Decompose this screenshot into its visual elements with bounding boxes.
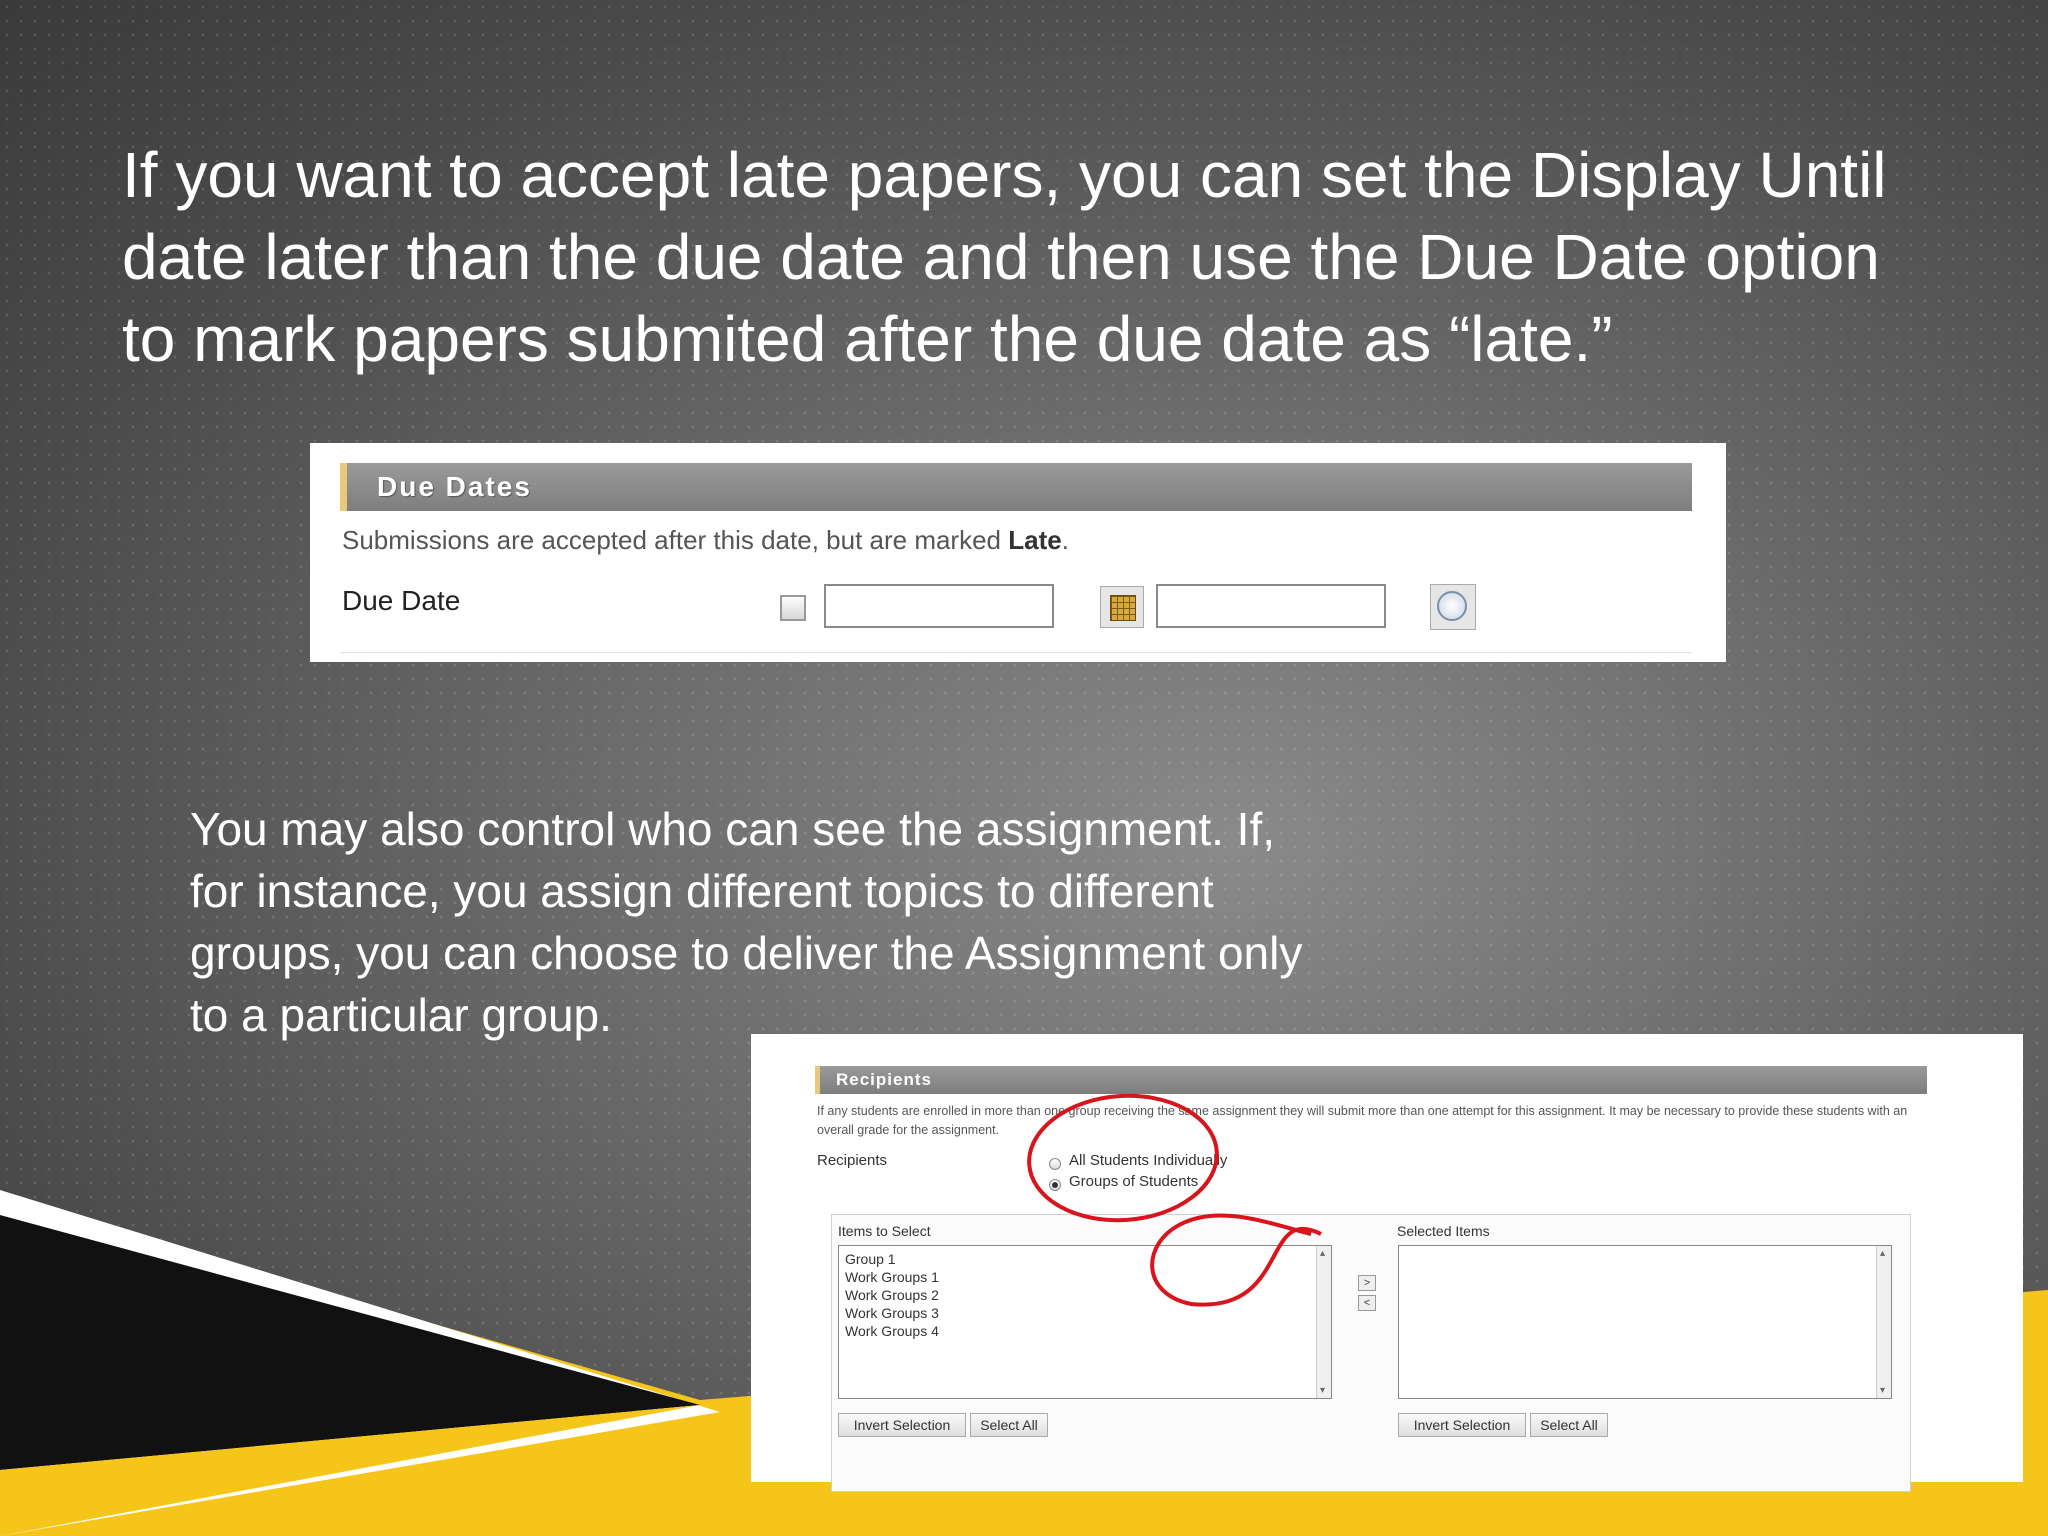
- list-item[interactable]: Group 1: [845, 1250, 896, 1268]
- due-dates-panel: Due Dates Submissions are accepted after…: [310, 443, 1726, 662]
- items-to-select-title: Items to Select: [838, 1223, 931, 1239]
- invert-selection-button-right[interactable]: Invert Selection: [1398, 1413, 1526, 1437]
- slide-heading: If you want to accept late papers, you c…: [122, 139, 1887, 375]
- recipients-note: If any students are enrolled in more tha…: [817, 1104, 1908, 1137]
- due-dates-header: Due Dates: [340, 463, 1692, 511]
- slide-body-text: You may also control who can see the ass…: [190, 803, 1303, 1041]
- due-dates-instructions: Submissions are accepted after this date…: [342, 525, 1069, 556]
- list-item[interactable]: Work Groups 2: [845, 1286, 939, 1304]
- clock-button[interactable]: [1430, 584, 1476, 630]
- due-date-input[interactable]: [824, 584, 1054, 628]
- recipients-label: Recipients: [817, 1152, 888, 1169]
- radio-all-students[interactable]: [1049, 1158, 1061, 1170]
- calendar-icon: [1110, 595, 1136, 621]
- recipients-header: Recipients: [815, 1066, 1927, 1094]
- option-all-students: All Students Individually: [1069, 1152, 1228, 1169]
- instructions-text: Submissions are accepted after this date…: [342, 525, 1009, 555]
- list-scrollbar[interactable]: [1876, 1246, 1891, 1398]
- list-item[interactable]: Work Groups 3: [845, 1304, 939, 1322]
- list-scrollbar[interactable]: [1316, 1246, 1331, 1398]
- option-groups-of-students: Groups of Students: [1069, 1173, 1199, 1190]
- selected-items-title: Selected Items: [1397, 1223, 1490, 1239]
- move-right-button[interactable]: >: [1358, 1275, 1376, 1291]
- selected-items-list[interactable]: [1398, 1245, 1892, 1399]
- items-to-select-list[interactable]: Group 1 Work Groups 1 Work Groups 2 Work…: [838, 1245, 1332, 1399]
- recipients-title: Recipients: [836, 1070, 932, 1089]
- move-left-button[interactable]: <: [1358, 1295, 1376, 1311]
- select-all-button[interactable]: Select All: [970, 1413, 1048, 1437]
- invert-selection-button[interactable]: Invert Selection: [838, 1413, 966, 1437]
- instructions-suffix: .: [1061, 525, 1069, 555]
- due-time-input[interactable]: [1156, 584, 1386, 628]
- selection-area: Items to Select Selected Items Group 1 W…: [831, 1214, 1911, 1492]
- recipients-panel: Recipients If any students are enrolled …: [751, 1034, 2023, 1492]
- clock-icon: [1437, 591, 1467, 621]
- select-all-button-right[interactable]: Select All: [1530, 1413, 1608, 1437]
- radio-groups-of-students[interactable]: [1049, 1179, 1061, 1191]
- list-item[interactable]: Work Groups 4: [845, 1322, 939, 1340]
- divider: [340, 652, 1692, 653]
- due-date-label: Due Date: [342, 585, 461, 616]
- calendar-button[interactable]: [1100, 586, 1144, 628]
- instructions-late: Late: [1008, 525, 1062, 555]
- due-dates-title: Due Dates: [377, 471, 532, 502]
- due-date-checkbox[interactable]: [780, 595, 806, 621]
- list-item[interactable]: Work Groups 1: [845, 1268, 939, 1286]
